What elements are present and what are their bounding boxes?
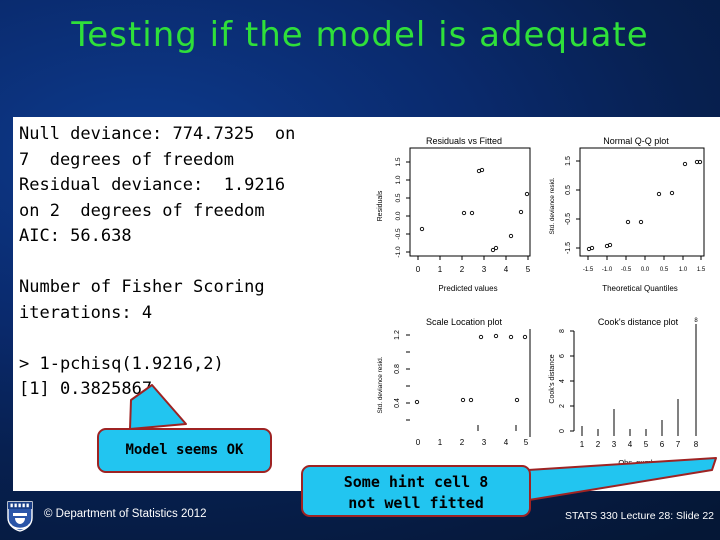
slide: Testing if the model is adequate Null de… <box>0 0 720 540</box>
footer-copyright: © Department of Statistics 2012 <box>44 508 207 520</box>
chart-residuals-vs-fitted: Residuals vs Fitted -1.0 -0.5 0.0 0.5 1.… <box>368 126 544 307</box>
svg-text:0.4: 0.4 <box>394 398 401 408</box>
svg-text:1.5: 1.5 <box>697 267 706 273</box>
svg-text:0.5: 0.5 <box>660 267 669 273</box>
chart-normal-qq-plot: Normal Q-Q plot -1.5 -0.5 0.5 1.5 -1.5 -… <box>544 126 720 307</box>
svg-text:1.2: 1.2 <box>394 330 401 340</box>
svg-text:5: 5 <box>644 440 649 449</box>
svg-text:1.5: 1.5 <box>395 157 402 166</box>
diagnostic-plots-grid: Residuals vs Fitted -1.0 -0.5 0.0 0.5 1.… <box>368 126 720 488</box>
svg-text:0.0: 0.0 <box>395 211 402 220</box>
svg-text:2: 2 <box>460 438 465 447</box>
svg-text:2: 2 <box>460 265 465 274</box>
svg-text:5: 5 <box>526 265 531 274</box>
svg-text:0: 0 <box>416 265 421 274</box>
svg-text:4: 4 <box>504 265 509 274</box>
svg-text:-0.5: -0.5 <box>565 213 572 225</box>
chart-title-3: Cook's distance plot <box>598 317 679 327</box>
svg-text:0.0: 0.0 <box>641 267 650 273</box>
chart-xlabel-3: Obs. number <box>618 458 662 467</box>
svg-text:2: 2 <box>596 440 601 449</box>
svg-text:0: 0 <box>416 438 421 447</box>
svg-text:1: 1 <box>438 438 443 447</box>
footer-slide-reference: STATS 330 Lecture 28: Slide 22 <box>564 510 714 522</box>
svg-text:2: 2 <box>559 404 566 408</box>
svg-text:0: 0 <box>559 429 566 433</box>
svg-text:1.0: 1.0 <box>395 175 402 184</box>
svg-text:1: 1 <box>580 440 585 449</box>
chart-cooks-distance-plot: Cook's distance plot 8 6 4 2 0 8 1 2 3 4… <box>544 307 720 488</box>
svg-text:3: 3 <box>482 438 487 447</box>
chart-ylabel-0: Residuals <box>377 190 384 221</box>
svg-text:5: 5 <box>524 438 529 447</box>
cooks-point-label-8: 8 <box>694 318 698 324</box>
university-crest-logo <box>7 501 33 532</box>
svg-text:0.8: 0.8 <box>394 364 401 374</box>
chart-title-1: Normal Q-Q plot <box>603 136 669 146</box>
svg-text:7: 7 <box>676 440 681 449</box>
svg-text:0.5: 0.5 <box>565 185 572 195</box>
svg-text:-0.5: -0.5 <box>621 267 632 273</box>
svg-text:1: 1 <box>438 265 443 274</box>
svg-text:3: 3 <box>612 440 617 449</box>
svg-text:1.5: 1.5 <box>565 156 572 166</box>
svg-text:6: 6 <box>559 354 566 358</box>
chart-xlabel-0: Predicted values <box>438 284 497 293</box>
svg-text:6: 6 <box>660 440 665 449</box>
svg-text:3: 3 <box>482 265 487 274</box>
svg-text:4: 4 <box>504 438 509 447</box>
chart-title-2: Scale Location plot <box>426 317 503 327</box>
svg-text:4: 4 <box>628 440 633 449</box>
svg-text:-0.5: -0.5 <box>395 228 402 240</box>
chart-title-0: Residuals vs Fitted <box>426 136 502 146</box>
r-console-output: Null deviance: 774.7325 on 7 degrees of … <box>19 124 296 399</box>
svg-text:1.0: 1.0 <box>679 267 688 273</box>
chart-xlabel-1: Theoretical Quantiles <box>602 284 678 293</box>
chart-ylabel-2: Std. deviance resid. <box>377 356 384 413</box>
chart-ylabel-3: Cook's distance <box>549 354 556 403</box>
callout-model-seems-ok: Model seems OK <box>97 428 272 473</box>
svg-text:8: 8 <box>694 440 699 449</box>
svg-text:4: 4 <box>559 379 566 383</box>
svg-text:-1.0: -1.0 <box>395 246 402 258</box>
chart-ylabel-1: Std. deviance resid. <box>549 177 556 234</box>
svg-text:-1.0: -1.0 <box>602 267 613 273</box>
svg-text:0.5: 0.5 <box>395 193 402 202</box>
svg-text:8: 8 <box>559 329 566 333</box>
callout-hint-cell-8: Some hint cell 8 not well fitted <box>301 465 531 517</box>
svg-text:-1.5: -1.5 <box>565 242 572 254</box>
chart-scale-location-plot: Scale Location plot 1.2 0.8 0.4 0 1 2 3 4 … <box>368 307 544 488</box>
page-title: Testing if the model is adequate <box>71 15 649 55</box>
svg-text:-1.5: -1.5 <box>583 267 594 273</box>
